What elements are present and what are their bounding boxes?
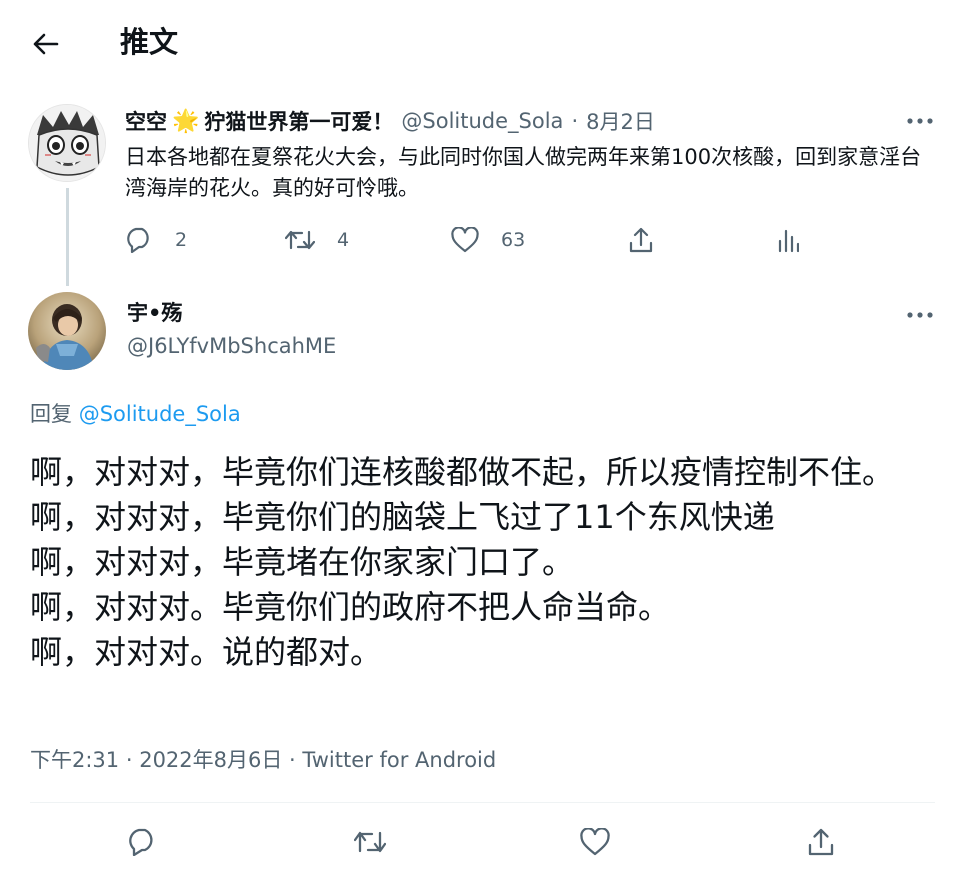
reply-prefix: 回复 (30, 402, 79, 426)
reply-to-handle-link[interactable]: @Solitude_Sola (79, 402, 241, 426)
arrow-left-icon (33, 33, 59, 55)
main-display-name[interactable]: 宇•殇 (127, 297, 182, 329)
tweet-meta: 下午2:31 · 2022年8月6日 · Twitter for Android (30, 744, 496, 776)
main-more-button[interactable] (900, 302, 940, 328)
share-button[interactable] (801, 822, 841, 862)
main-avatar[interactable] (28, 292, 106, 370)
parent-date[interactable]: 8月2日 (586, 106, 655, 136)
meta-separator: · (282, 748, 303, 772)
back-button[interactable] (24, 24, 68, 64)
tweet-line: 啊，对对对，毕竟堵在你家家门口了。 (30, 543, 575, 581)
retweet-count: 4 (337, 229, 350, 251)
parent-display-name[interactable]: 空空 (125, 106, 167, 136)
parent-display-name-suffix[interactable]: 狞猫世界第一可爱！ (204, 106, 393, 136)
analytics-icon (778, 229, 799, 253)
parent-like-button[interactable]: 63 (451, 222, 525, 258)
reply-icon (127, 227, 149, 253)
page-header: 推文 (0, 0, 968, 86)
parent-share-button[interactable] (627, 222, 677, 258)
tweet-line: 啊，对对对，毕竟你们的脑袋上飞过了11个东风快递 (30, 498, 775, 536)
divider (30, 802, 935, 803)
parent-action-bar: 2 4 63 (125, 222, 825, 258)
reply-icon (129, 828, 153, 856)
heart-icon (580, 828, 610, 856)
parent-analytics-button[interactable] (777, 222, 821, 258)
share-icon (629, 227, 653, 253)
tweet-line: 啊，对对对。说的都对。 (30, 633, 383, 671)
user-avatar-image (28, 292, 106, 370)
thread-connector-line (66, 188, 69, 286)
main-tweet-text: 啊，对对对，毕竟你们连核酸都做不起，所以疫情控制不住。 啊，对对对，毕竟你们的脑… (30, 450, 935, 675)
tweet-date[interactable]: 2022年8月6日 (139, 748, 282, 772)
separator-dot: · (571, 109, 579, 133)
parent-reply-button[interactable]: 2 (125, 222, 187, 258)
parent-tweet-text: 日本各地都在夏祭花火大会，与此同时你国人做完两年来第100次核酸，回到家意淫台湾… (125, 145, 922, 200)
replying-to: 回复 @Solitude_Sola (30, 398, 241, 430)
meta-separator: · (119, 748, 140, 772)
retweet-button[interactable] (350, 822, 390, 862)
like-count: 63 (501, 229, 526, 251)
more-icon (907, 118, 933, 124)
share-icon (808, 828, 834, 856)
page-title: 推文 (120, 25, 179, 59)
sun-emoji-icon: 🌟 (172, 108, 200, 134)
reply-count: 2 (175, 229, 188, 251)
parent-retweet-button[interactable]: 4 (285, 222, 349, 258)
parent-avatar[interactable] (28, 104, 106, 182)
parent-more-button[interactable] (900, 108, 940, 134)
reply-button[interactable] (122, 822, 162, 862)
parent-handle[interactable]: @Solitude_Sola (401, 109, 563, 133)
tweet-source[interactable]: Twitter for Android (302, 748, 496, 772)
retweet-icon (285, 230, 315, 250)
main-handle[interactable]: @J6LYfvMbShcahME (127, 330, 336, 362)
parent-tweet-header: 空空 🌟 狞猫世界第一可爱！ @Solitude_Sola · 8月2日 (125, 104, 655, 138)
tweet-line: 啊，对对对。毕竟你们的政府不把人命当命。 (30, 588, 671, 626)
retweet-icon (354, 831, 386, 853)
heart-icon (451, 227, 479, 253)
tweet-line: 啊，对对对，毕竟你们连核酸都做不起，所以疫情控制不住。 (30, 453, 895, 491)
tweet-time[interactable]: 下午2:31 (30, 748, 119, 772)
like-button[interactable] (575, 822, 615, 862)
more-icon (907, 312, 933, 318)
anime-cat-avatar-image (29, 105, 105, 181)
